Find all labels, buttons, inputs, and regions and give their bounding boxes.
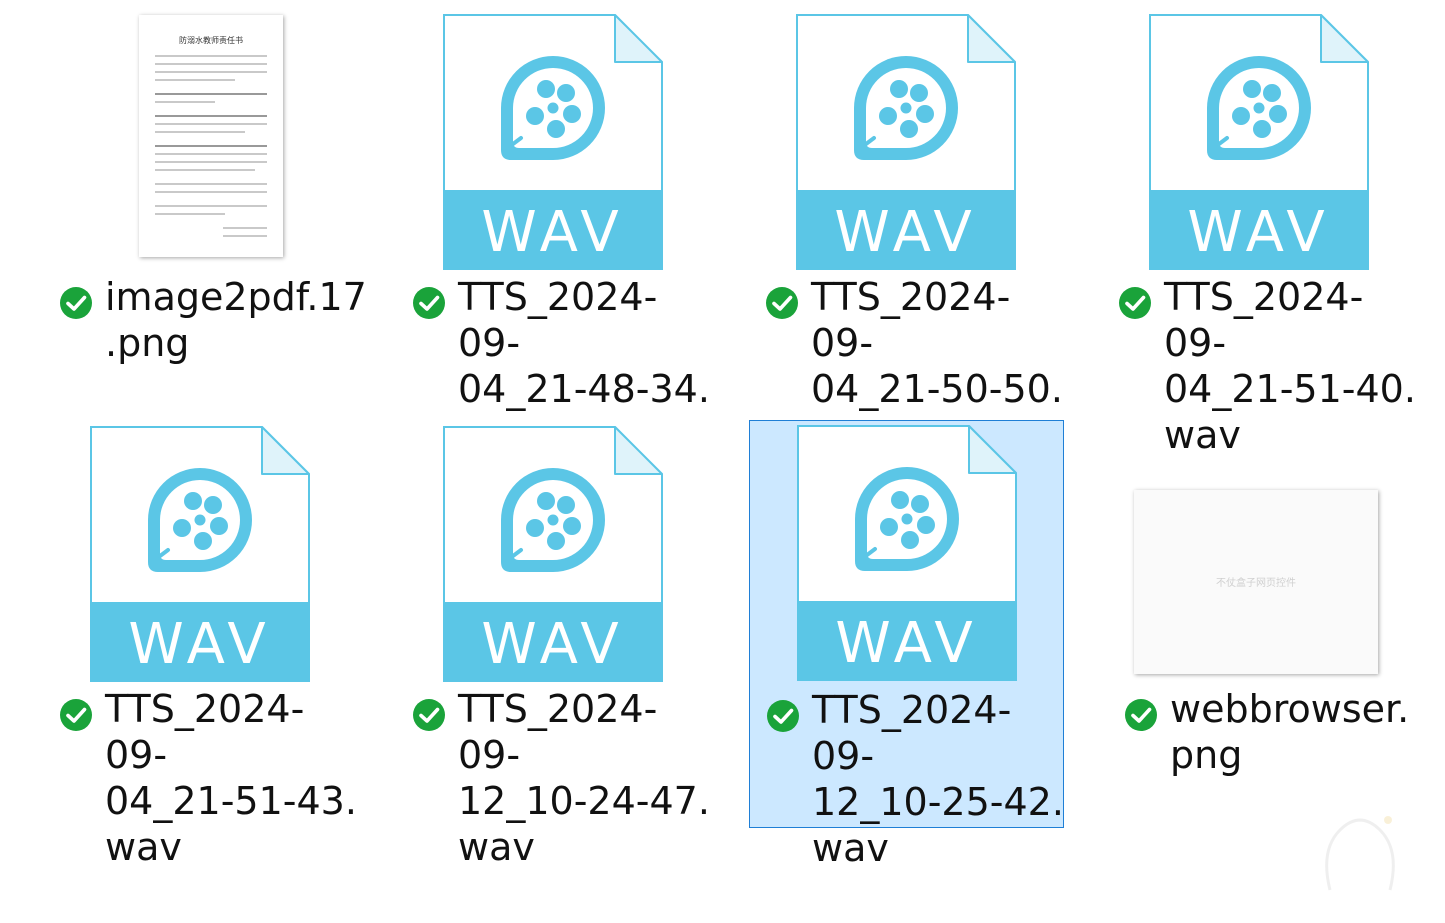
green-check-icon: [1125, 699, 1157, 731]
wav-file-thumbnail: WAV: [1116, 12, 1430, 274]
file-item-tts-3[interactable]: WAV TTS_2024-09- 04_21-51-40. wav: [1116, 12, 1430, 457]
wav-file-thumbnail: WAV: [750, 421, 1064, 683]
faint-watermark-icon: [1325, 816, 1395, 891]
file-item-tts-4[interactable]: WAV TTS_2024-09- 04_21-51-43. wav: [57, 424, 371, 869]
file-item-image2pdf[interactable]: 防溺水教师责任书 image2pdf.17 .png: [57, 12, 371, 418]
wav-file-thumbnail: WAV: [57, 424, 371, 686]
png-web-thumbnail: 不仗盒子网页控件: [1116, 424, 1430, 686]
green-check-icon: [767, 700, 799, 732]
wav-file-thumbnail: WAV: [410, 424, 724, 686]
file-name[interactable]: webbrowser. png: [1170, 686, 1430, 778]
wav-badge-label: WAV: [1187, 200, 1331, 265]
wav-badge-label: WAV: [128, 612, 272, 677]
file-item-webbrowser[interactable]: 不仗盒子网页控件 webbrowser. png: [1116, 424, 1430, 830]
file-item-tts-2[interactable]: WAV TTS_2024-09- 04_21-50-50. wav: [763, 12, 1077, 457]
file-name[interactable]: TTS_2024-09- 12_10-24-47. wav: [458, 686, 718, 870]
document-preview-icon: 防溺水教师责任书: [139, 15, 283, 257]
file-item-tts-5[interactable]: WAV TTS_2024-09- 12_10-24-47. wav: [410, 424, 724, 869]
web-preview-icon: 不仗盒子网页控件: [1134, 490, 1378, 674]
wav-badge-label: WAV: [481, 200, 625, 265]
green-check-icon: [413, 287, 445, 319]
file-item-tts-1[interactable]: WAV TTS_2024-09- 04_21-48-34. wav: [410, 12, 724, 457]
green-check-icon: [60, 699, 92, 731]
green-check-icon: [766, 287, 798, 319]
file-item-tts-6-selected[interactable]: WAV TTS_2024-09- 12_10-25-42. wav: [749, 420, 1064, 870]
green-check-icon: [1119, 287, 1151, 319]
wav-badge-label: WAV: [835, 611, 979, 676]
wav-file-thumbnail: WAV: [410, 12, 724, 274]
file-name[interactable]: TTS_2024-09- 04_21-51-43. wav: [105, 686, 365, 870]
file-name[interactable]: TTS_2024-09- 12_10-25-42. wav: [812, 687, 1072, 871]
wav-badge-label: WAV: [481, 612, 625, 677]
wav-file-thumbnail: WAV: [763, 12, 1077, 274]
green-check-icon: [413, 699, 445, 731]
green-check-icon: [60, 287, 92, 319]
file-name[interactable]: image2pdf.17 .png: [105, 274, 367, 366]
png-document-thumbnail: 防溺水教师责任书: [57, 12, 371, 274]
wav-badge-label: WAV: [834, 200, 978, 265]
